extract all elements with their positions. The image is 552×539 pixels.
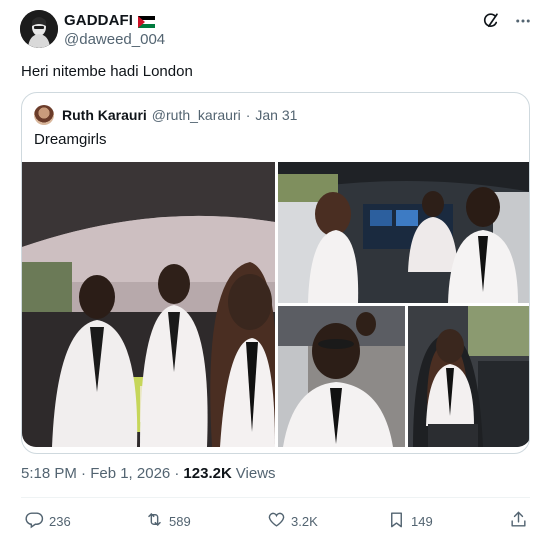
reply-count: 236 — [49, 513, 71, 529]
media-photo-1[interactable] — [22, 162, 275, 447]
palestine-flag-icon — [138, 15, 156, 28]
quoted-date: Jan 31 — [255, 107, 298, 123]
quoted-separator: · — [245, 107, 251, 123]
reply-button[interactable]: 236 — [25, 510, 71, 532]
quoted-text: Dreamgirls — [34, 131, 107, 148]
media-photo-3[interactable] — [278, 306, 405, 447]
heart-icon — [267, 510, 286, 532]
repost-icon — [145, 510, 164, 532]
quoted-media-grid — [22, 162, 529, 447]
quoted-author-avatar — [34, 105, 54, 125]
views-label: Views — [235, 465, 276, 482]
more-options-icon[interactable] — [514, 12, 532, 30]
like-button[interactable]: 3.2K — [267, 510, 318, 532]
like-count: 3.2K — [291, 513, 318, 529]
quoted-header: Ruth Karauri @ruth_karauri · Jan 31 — [34, 105, 297, 125]
quoted-tweet[interactable]: Ruth Karauri @ruth_karauri · Jan 31 Drea… — [21, 92, 530, 454]
repost-button[interactable]: 589 — [145, 510, 191, 532]
action-bar: 236 589 3.2K 149 — [21, 510, 530, 532]
tweet: GADDAFI @daweed_004 Heri nitembe hadi Lo… — [0, 0, 552, 539]
views-count: 123.2K — [183, 465, 232, 482]
grok-icon[interactable] — [482, 12, 500, 30]
author-display-name[interactable]: GADDAFI — [64, 12, 133, 29]
bookmark-icon — [387, 510, 406, 532]
tweet-text: Heri nitembe hadi London — [21, 63, 193, 80]
author-handle[interactable]: @daweed_004 — [64, 31, 165, 48]
share-icon — [509, 510, 528, 532]
tweet-meta: 5:18 PM · Feb 1, 2026 · 123.2K Views — [21, 465, 276, 482]
bookmark-button[interactable]: 149 — [387, 510, 433, 532]
divider — [21, 497, 530, 498]
share-button[interactable] — [509, 510, 528, 532]
author-avatar[interactable] — [20, 10, 58, 48]
repost-count: 589 — [169, 513, 191, 529]
bookmark-count: 149 — [411, 513, 433, 529]
tweet-top-actions — [482, 12, 532, 30]
quoted-author-name: Ruth Karauri — [62, 107, 147, 123]
tweet-timestamp[interactable]: 5:18 PM · Feb 1, 2026 · — [21, 465, 179, 482]
media-photo-2[interactable] — [278, 162, 529, 303]
media-photo-4[interactable] — [408, 306, 529, 447]
quoted-author-handle: @ruth_karauri — [151, 107, 241, 123]
author-name-row: GADDAFI — [64, 12, 156, 29]
reply-icon — [25, 510, 44, 532]
